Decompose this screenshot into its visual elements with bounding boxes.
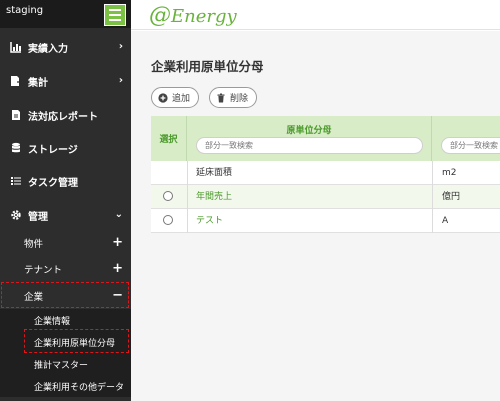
- sidebar-subitem-label: 企業: [24, 292, 44, 303]
- app-logo[interactable]: @Energy: [149, 3, 237, 28]
- column-divider: [187, 161, 188, 185]
- row-name: 延床面積: [196, 168, 233, 178]
- sidebar-item-label: 管理: [28, 211, 48, 223]
- top-bar: @Energy: [131, 0, 500, 30]
- trash-icon: [216, 93, 226, 103]
- row-unit: A: [442, 216, 449, 226]
- row-unit: 億円: [442, 192, 461, 202]
- row-select-radio[interactable]: [163, 215, 173, 225]
- file-export-icon: [9, 74, 23, 88]
- sidebar-subitem-company[interactable]: 企業 −: [0, 284, 131, 308]
- add-button[interactable]: 追加: [151, 87, 200, 108]
- sidebar-subsubitem-label: 企業情報: [34, 316, 71, 327]
- sidebar-subsubitem-label: 企業利用その他データ: [34, 382, 125, 393]
- sidebar-subitem-property[interactable]: 物件 +: [0, 231, 131, 255]
- name-column-header: 原単位分母 部分一致検索: [187, 116, 432, 161]
- row-name-link[interactable]: 年間売上: [196, 185, 232, 209]
- name-column-label: 原単位分母: [286, 126, 332, 136]
- column-divider: [187, 209, 188, 233]
- row-select-radio[interactable]: [163, 191, 173, 201]
- column-divider: [432, 161, 433, 185]
- sidebar-item-task-management[interactable]: タスク管理: [0, 164, 131, 198]
- sidebar-subitem-label: テナント: [24, 265, 63, 276]
- main-content: 企業利用原単位分母 追加 削除 選択 原単位分母 部分一致検索 部分一致検索 延…: [131, 31, 500, 401]
- sidebar-subitem-label: 物件: [24, 239, 44, 250]
- data-table: 選択 原単位分母 部分一致検索 部分一致検索 延床面積 m2 年間売上 億円 テ…: [151, 116, 500, 233]
- environment-label: staging: [0, 0, 50, 22]
- sidebar-header: staging: [0, 0, 131, 28]
- sidebar-subsubitem-label: 推計マスター: [34, 360, 89, 371]
- chevron-right-icon: ›: [118, 75, 123, 86]
- sidebar-item-legal-report[interactable]: 法対応レポート: [0, 98, 131, 132]
- document-icon: [9, 108, 23, 122]
- page-title: 企業利用原単位分母: [151, 59, 264, 74]
- table-row[interactable]: 年間売上 億円: [151, 185, 500, 209]
- column-divider: [432, 209, 433, 233]
- plus-icon: +: [112, 235, 123, 250]
- sidebar-item-results-input[interactable]: 実績入力 ›: [0, 30, 131, 64]
- sidebar-item-label: ストレージ: [28, 144, 78, 156]
- table-header: 選択 原単位分母 部分一致検索 部分一致検索: [151, 116, 500, 161]
- bar-chart-icon: [9, 40, 23, 54]
- sidebar-subsubitem-estimation-master[interactable]: 推計マスター: [0, 353, 131, 375]
- gear-icon: [9, 208, 23, 222]
- table-row[interactable]: 延床面積 m2: [151, 161, 500, 185]
- sidebar-subitem-tenant[interactable]: テナント +: [0, 257, 131, 281]
- delete-button-label: 削除: [230, 94, 249, 104]
- sidebar-item-label: 実績入力: [28, 43, 68, 55]
- column-divider: [432, 185, 433, 209]
- sidebar-item-storage[interactable]: ストレージ: [0, 131, 131, 165]
- delete-button[interactable]: 削除: [209, 87, 258, 108]
- add-button-label: 追加: [172, 94, 191, 104]
- row-unit: m2: [442, 168, 457, 178]
- sidebar-subsubitem-company-denominator[interactable]: 企業利用原単位分母: [0, 331, 131, 353]
- plus-icon: +: [112, 261, 123, 276]
- hamburger-menu-icon[interactable]: [104, 4, 126, 26]
- sidebar-item-label: 集計: [28, 77, 48, 89]
- sidebar-item-admin[interactable]: 管理 ⌄: [0, 198, 131, 232]
- sidebar-subsubitem-company-other-data[interactable]: 企業利用その他データ: [0, 375, 131, 397]
- unit-search-input[interactable]: 部分一致検索: [441, 137, 500, 154]
- name-search-input[interactable]: 部分一致検索: [196, 137, 423, 154]
- sidebar-subsubitem-label: 企業利用原単位分母: [34, 338, 116, 349]
- sidebar-item-aggregate[interactable]: 集計 ›: [0, 64, 131, 98]
- sidebar-subsubitem-company-info[interactable]: 企業情報: [0, 309, 131, 331]
- table-row[interactable]: テスト A: [151, 209, 500, 233]
- chevron-down-icon: ⌄: [114, 209, 123, 220]
- select-column-header: 選択: [151, 116, 187, 161]
- chevron-right-icon: ›: [118, 41, 123, 52]
- unit-column-header: 部分一致検索: [432, 116, 500, 161]
- sidebar-item-label: 法対応レポート: [28, 111, 98, 123]
- task-list-icon: [9, 174, 23, 188]
- minus-icon: −: [112, 288, 123, 303]
- plus-circle-icon: [158, 92, 168, 103]
- column-divider: [187, 185, 188, 209]
- sidebar: staging 実績入力 › 集計 › 法対応レポート ストレージ タスク管理: [0, 0, 131, 401]
- row-name-link[interactable]: テスト: [196, 209, 223, 233]
- database-icon: [9, 141, 23, 155]
- sidebar-item-label: タスク管理: [28, 177, 78, 189]
